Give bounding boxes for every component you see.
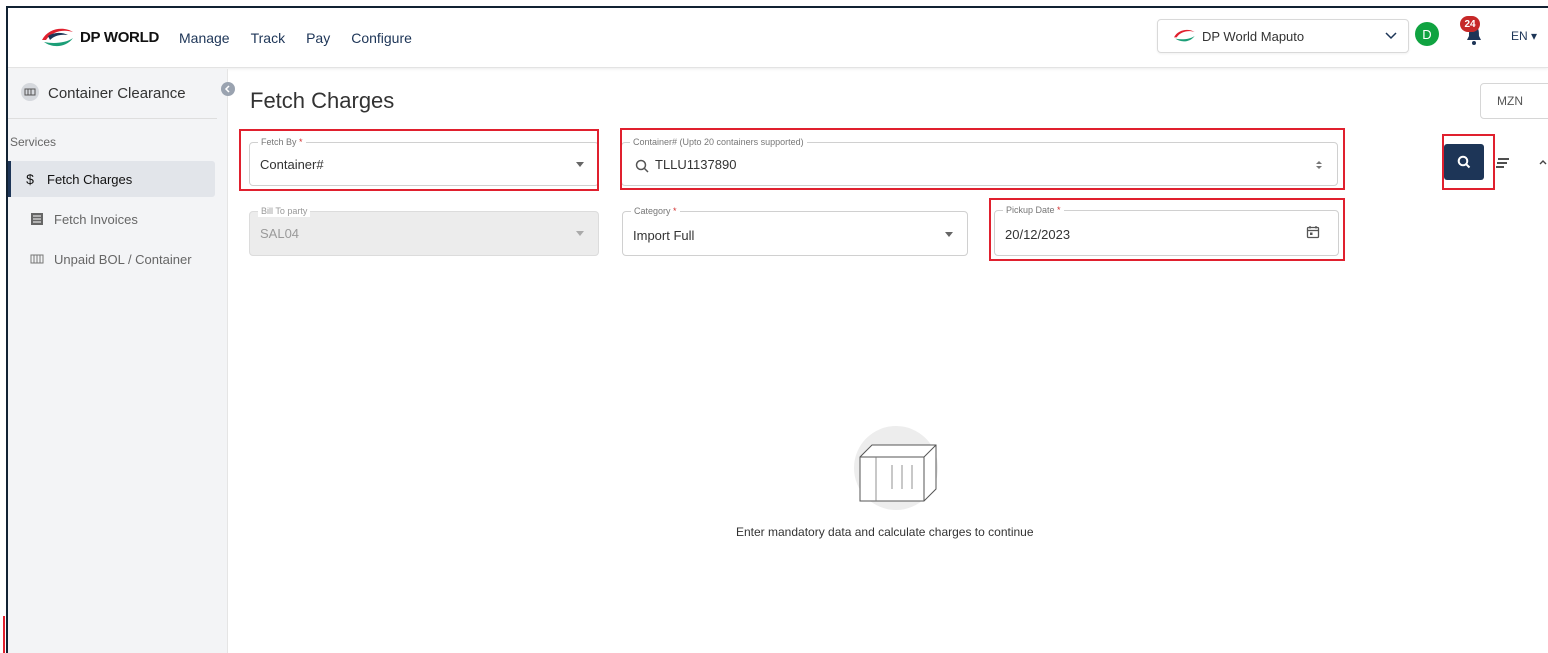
notification-badge: 24 bbox=[1460, 16, 1480, 32]
top-bar: DP WORLD Manage Track Pay Configure DP W… bbox=[8, 8, 1548, 68]
nav-manage[interactable]: Manage bbox=[179, 30, 230, 46]
currency-select[interactable]: MZN bbox=[1480, 83, 1548, 119]
category-select[interactable]: Category * Import Full bbox=[622, 205, 968, 256]
chevron-left-icon bbox=[224, 85, 230, 93]
annotation-mark bbox=[3, 616, 5, 653]
nav-track[interactable]: Track bbox=[251, 30, 285, 46]
sidebar-item-label: Fetch Charges bbox=[47, 171, 133, 187]
sidebar-title-label: Container Clearance bbox=[48, 85, 186, 102]
highlight-search-button bbox=[1442, 134, 1495, 190]
caret-down-icon bbox=[945, 232, 953, 237]
dp-world-logo[interactable]: DP WORLD bbox=[40, 26, 159, 50]
page-title: Fetch Charges bbox=[250, 88, 395, 113]
sidebar-item-label: Fetch Invoices bbox=[54, 211, 138, 227]
site-select[interactable]: DP World Maputo bbox=[1157, 19, 1409, 53]
main-nav: Manage Track Pay Configure bbox=[179, 30, 433, 46]
nav-pay[interactable]: Pay bbox=[306, 30, 330, 46]
highlight-fetch-by bbox=[239, 129, 599, 191]
caret-down-icon bbox=[576, 231, 584, 236]
category-value: Import Full bbox=[633, 228, 695, 243]
sidebar-item-fetch-charges[interactable]: $ Fetch Charges bbox=[8, 161, 215, 197]
bill-to-party-select: Bill To party SAL04 bbox=[249, 205, 599, 256]
site-name: DP World Maputo bbox=[1202, 28, 1305, 44]
empty-container-illustration bbox=[854, 426, 938, 510]
sidebar-title: Container Clearance bbox=[8, 69, 217, 119]
chevron-down-icon bbox=[1385, 32, 1397, 40]
category-label: Category bbox=[634, 206, 671, 216]
sidebar-section-label: Services bbox=[10, 135, 57, 149]
highlight-pickup-date bbox=[989, 198, 1345, 261]
empty-state-message: Enter mandatory data and calculate charg… bbox=[736, 525, 1034, 539]
app-window: DP WORLD Manage Track Pay Configure DP W… bbox=[6, 6, 1548, 653]
dollar-icon: $ bbox=[26, 171, 34, 187]
bill-to-label: Bill To party bbox=[258, 205, 311, 217]
invoice-icon bbox=[28, 212, 46, 226]
bill-to-value: SAL04 bbox=[260, 226, 300, 241]
collapse-sidebar-button[interactable] bbox=[221, 82, 235, 96]
logo-text: DP WORLD bbox=[80, 29, 159, 46]
sidebar-item-fetch-invoices[interactable]: Fetch Invoices bbox=[8, 201, 215, 237]
filter-lines-icon[interactable] bbox=[1496, 157, 1510, 169]
highlight-container bbox=[620, 128, 1345, 190]
sidebar-item-unpaid-bol[interactable]: Unpaid BOL / Container bbox=[8, 241, 215, 277]
sidebar: Container Clearance Services $ Fetch Cha… bbox=[8, 69, 228, 653]
nav-configure[interactable]: Configure bbox=[351, 30, 412, 46]
currency-value: MZN bbox=[1497, 94, 1523, 108]
container-icon bbox=[20, 82, 40, 106]
site-logo-icon bbox=[1174, 29, 1195, 42]
container-icon bbox=[28, 252, 46, 266]
language-select[interactable]: EN ▾ bbox=[1511, 29, 1537, 43]
chevron-up-icon[interactable] bbox=[1538, 157, 1548, 167]
logo-swoosh-icon bbox=[42, 28, 73, 46]
avatar[interactable]: D bbox=[1415, 22, 1439, 46]
sidebar-item-label: Unpaid BOL / Container bbox=[54, 251, 192, 267]
